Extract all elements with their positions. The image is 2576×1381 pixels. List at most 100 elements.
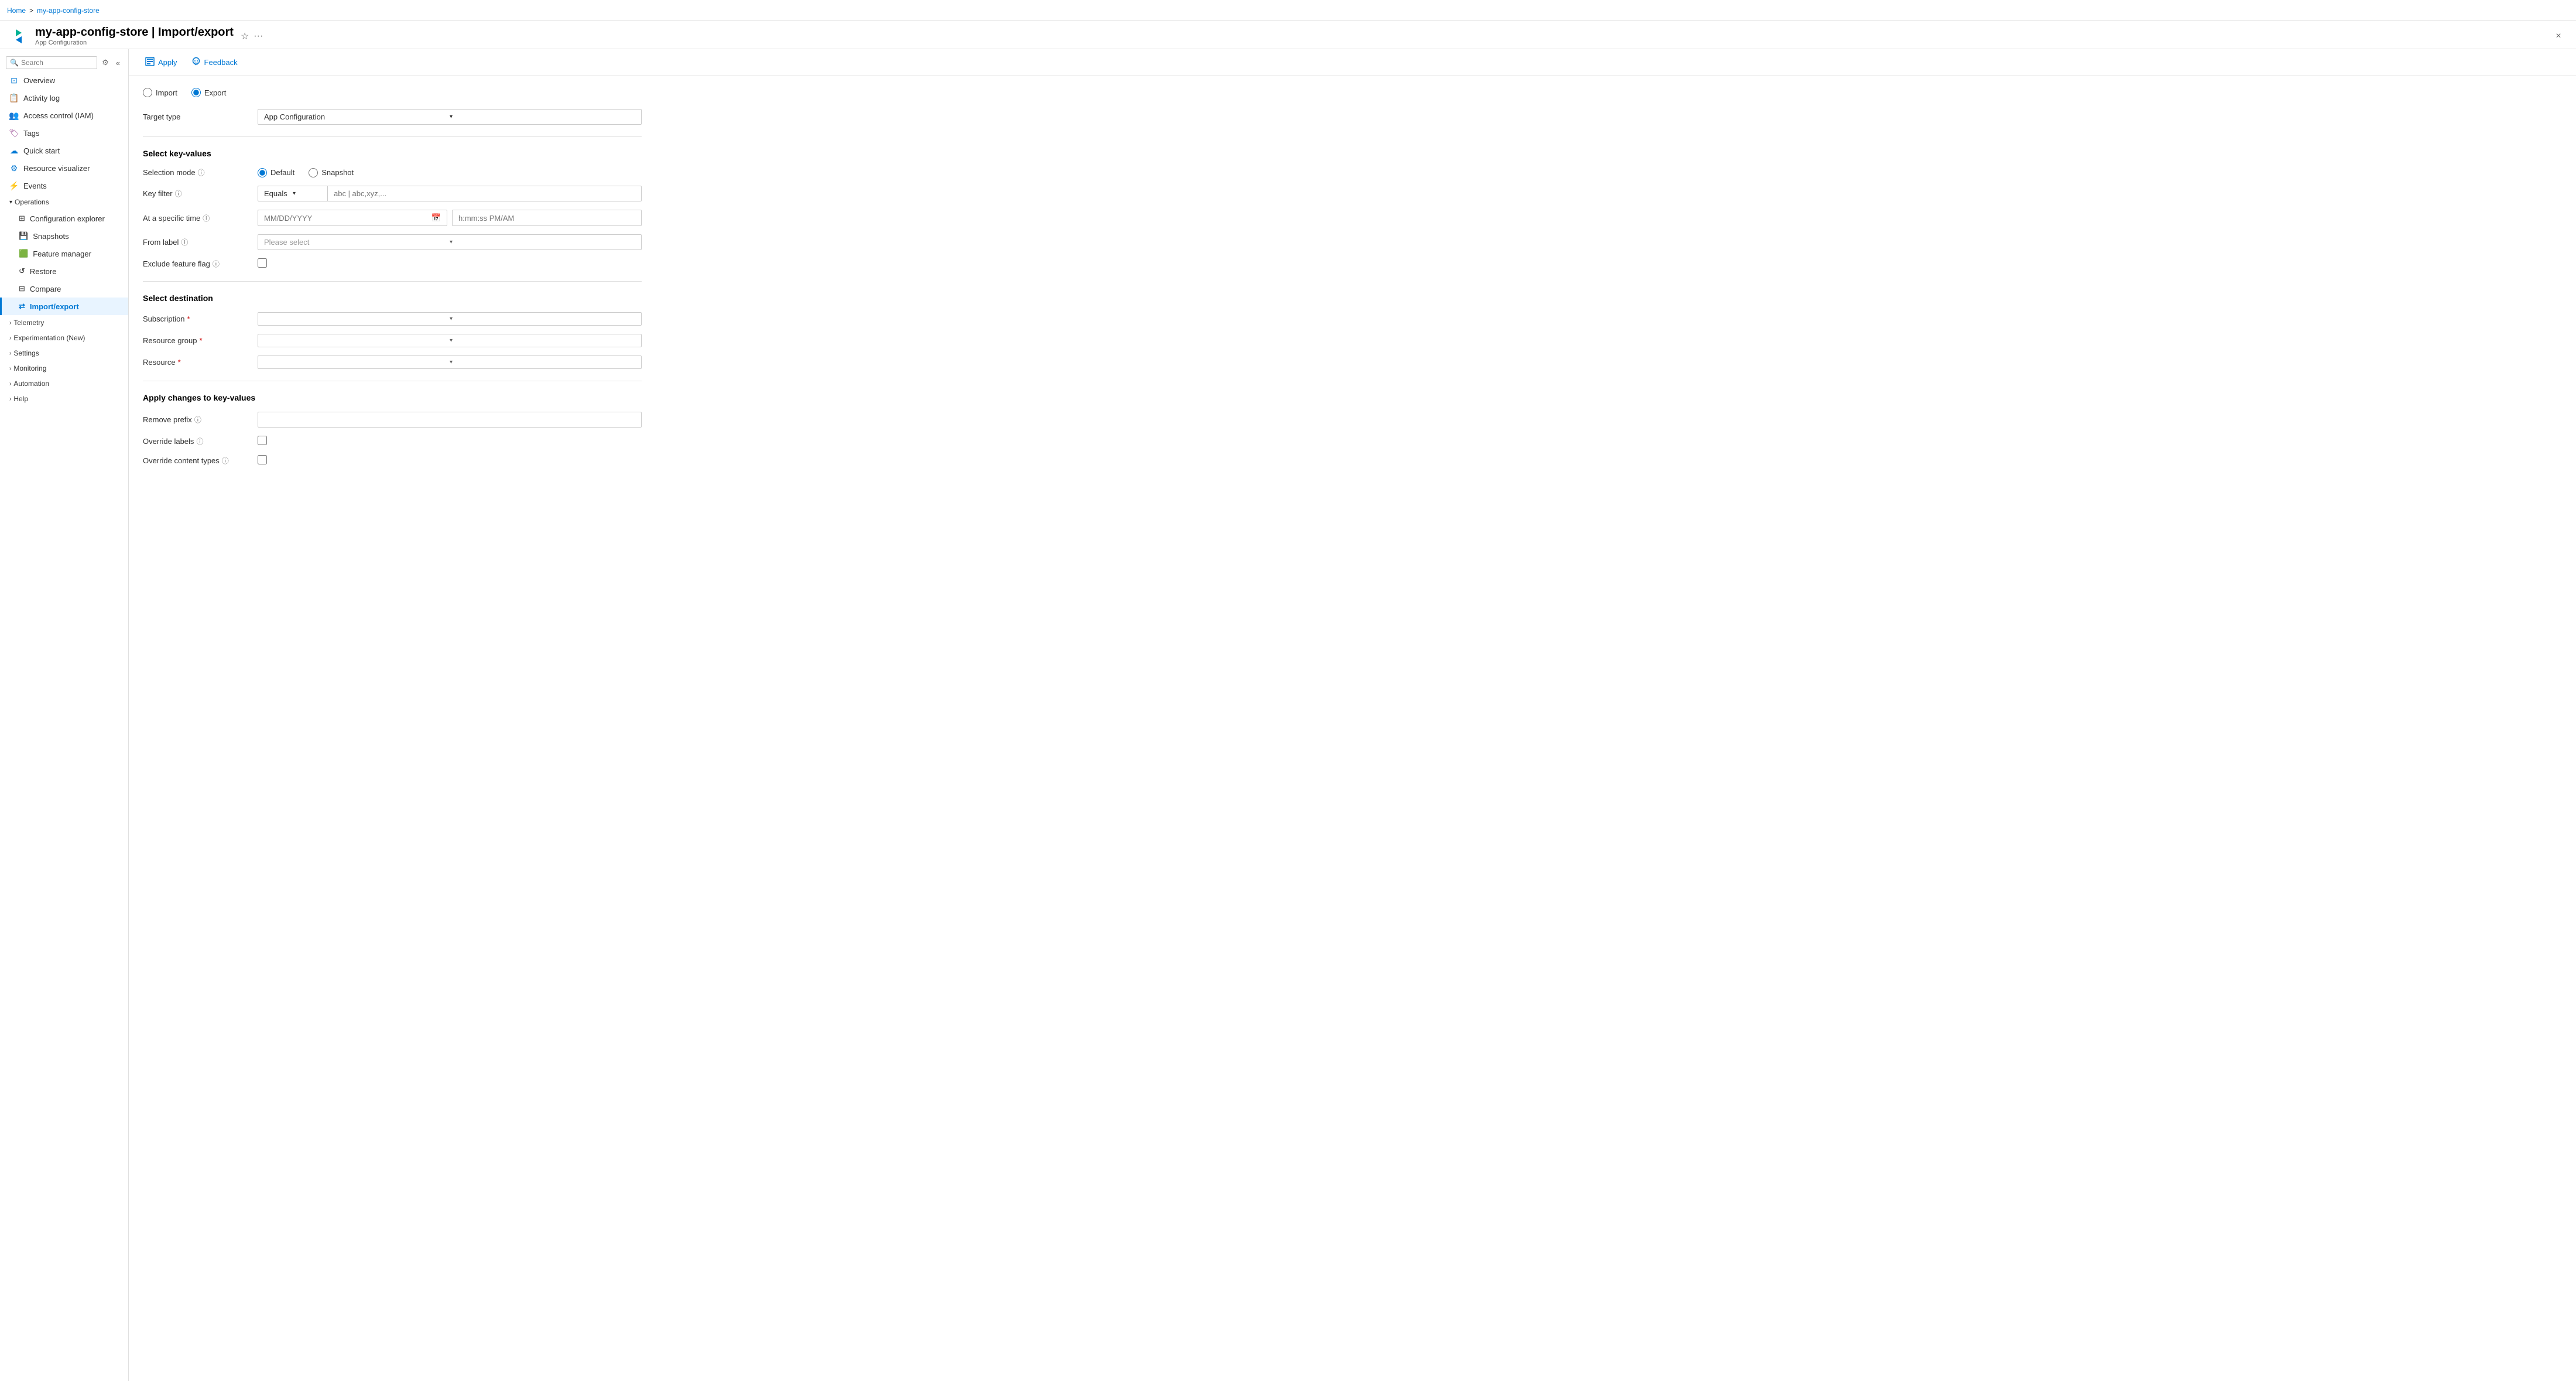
exclude-feature-flag-checkbox[interactable] [258,258,267,268]
specific-time-info-icon[interactable]: ⓘ [203,213,210,223]
sidebar-item-label: Compare [30,285,61,293]
export-radio[interactable] [191,88,201,97]
import-radio-label[interactable]: Import [143,88,177,97]
arrow-left-icon [16,36,22,43]
operations-label: Operations [15,198,49,206]
sidebar-item-configuration-explorer[interactable]: ⊞ Configuration explorer [0,210,128,227]
key-filter-input-group: Equals ▾ [258,186,642,201]
sidebar-item-label: Tags [23,129,39,138]
feedback-icon [191,57,201,68]
feedback-button[interactable]: Feedback [184,54,245,71]
sidebar-search-row: 🔍 ⚙ « [0,54,128,71]
resource-group-row: Resource group * ▾ [143,334,642,347]
snapshot-radio[interactable] [309,168,318,177]
from-label-placeholder: Please select [264,238,450,247]
sidebar-section-operations[interactable]: ▾ Operations [0,194,128,210]
breadcrumb-separator: > [29,6,33,15]
target-type-value: App Configuration [264,112,450,121]
more-options-icon[interactable]: ··· [254,31,263,42]
sidebar-item-activity-log[interactable]: 📋 Activity log [0,89,128,107]
apply-button[interactable]: Apply [138,54,184,71]
sidebar-settings-button[interactable]: ⚙ [100,57,111,69]
activity-log-icon: 📋 [9,93,19,102]
resource-group-control: ▾ [258,334,642,347]
page-title-block: my-app-config-store | Import/export App … [35,26,234,46]
override-labels-label: Override labels ⓘ [143,436,248,446]
search-input[interactable] [21,59,93,67]
from-label-info-icon[interactable]: ⓘ [181,237,188,247]
compare-icon: ⊟ [19,284,25,293]
time-field[interactable] [452,210,642,226]
key-filter-info-icon[interactable]: ⓘ [175,189,182,199]
favorite-icon[interactable]: ☆ [241,30,249,42]
key-filter-operator-dropdown[interactable]: Equals ▾ [258,186,328,201]
form-area: Import Export Target type App Configurat… [129,76,656,486]
from-label-chevron-icon: ▾ [450,239,635,245]
override-content-types-info-icon[interactable]: ⓘ [222,456,229,466]
from-label-row: From label ⓘ Please select ▾ [143,234,642,250]
remove-prefix-info-icon[interactable]: ⓘ [194,415,201,425]
import-radio[interactable] [143,88,152,97]
sidebar-item-quick-start[interactable]: ☁ Quick start [0,142,128,159]
subscription-control: ▾ [258,312,642,326]
sidebar-item-events[interactable]: ⚡ Events [0,177,128,194]
selection-mode-control: Default Snapshot [258,168,642,177]
default-radio-label[interactable]: Default [258,168,294,177]
from-label-dropdown[interactable]: Please select ▾ [258,234,642,250]
sidebar-item-import-export[interactable]: ⇄ Import/export [0,298,128,315]
automation-label: Automation [13,380,49,388]
target-type-chevron-icon: ▾ [450,114,635,120]
sidebar-item-feature-manager[interactable]: 🟩 Feature manager [0,245,128,262]
default-radio[interactable] [258,168,267,177]
selection-mode-info-icon[interactable]: ⓘ [198,168,205,177]
override-content-types-checkbox[interactable] [258,455,267,464]
sidebar-search-container[interactable]: 🔍 [6,56,97,69]
close-button[interactable]: × [2550,28,2567,45]
import-export-radio-group: Import Export [143,88,642,97]
date-input[interactable] [264,214,431,223]
telemetry-label: Telemetry [13,319,44,327]
breadcrumb-home[interactable]: Home [7,6,26,15]
settings-label: Settings [13,349,39,357]
time-input[interactable] [458,214,635,223]
sidebar-item-restore[interactable]: ↺ Restore [0,262,128,280]
sidebar-item-tags[interactable]: 🏷 Tags [0,124,128,142]
exclude-feature-flag-info-icon[interactable]: ⓘ [213,259,220,269]
override-content-types-control [258,455,642,466]
sidebar-section-experimentation[interactable]: › Experimentation (New) [0,330,128,346]
sidebar-item-resource-visualizer[interactable]: ⚙ Resource visualizer [0,159,128,177]
remove-prefix-input[interactable] [258,412,642,428]
events-icon: ⚡ [9,181,19,190]
override-labels-info-icon[interactable]: ⓘ [196,436,203,446]
date-field[interactable]: 📅 [258,210,447,226]
breadcrumb-current[interactable]: my-app-config-store [37,6,100,15]
sidebar-collapse-button[interactable]: « [114,57,122,69]
toolbar: Apply Feedback [129,49,2576,76]
key-filter-input[interactable] [328,186,642,201]
sidebar-section-help[interactable]: › Help [0,391,128,406]
snapshot-radio-label[interactable]: Snapshot [309,168,354,177]
override-labels-checkbox[interactable] [258,436,267,445]
calendar-icon[interactable]: 📅 [431,213,441,223]
resource-group-dropdown[interactable]: ▾ [258,334,642,347]
breadcrumb: Home > my-app-config-store [7,6,100,15]
sidebar-section-automation[interactable]: › Automation [0,376,128,391]
subscription-dropdown[interactable]: ▾ [258,312,642,326]
target-type-dropdown[interactable]: App Configuration ▾ [258,109,642,125]
sidebar-item-overview[interactable]: ⊡ Overview [0,71,128,89]
overview-icon: ⊡ [9,76,19,85]
sidebar-item-access-control[interactable]: 👥 Access control (IAM) [0,107,128,124]
sidebar-item-snapshots[interactable]: 💾 Snapshots [0,227,128,245]
override-labels-row: Override labels ⓘ [143,436,642,447]
sidebar-section-settings[interactable]: › Settings [0,346,128,361]
sidebar-item-label: Restore [30,267,57,276]
sidebar-section-telemetry[interactable]: › Telemetry [0,315,128,330]
sidebar-item-label: Access control (IAM) [23,111,94,120]
export-label-text: Export [204,88,227,97]
export-radio-label[interactable]: Export [191,88,227,97]
resource-dropdown[interactable]: ▾ [258,355,642,369]
sidebar-item-compare[interactable]: ⊟ Compare [0,280,128,298]
sidebar-section-monitoring[interactable]: › Monitoring [0,361,128,376]
import-export-icon: ⇄ [19,302,25,311]
resource-group-chevron-icon: ▾ [450,337,635,344]
